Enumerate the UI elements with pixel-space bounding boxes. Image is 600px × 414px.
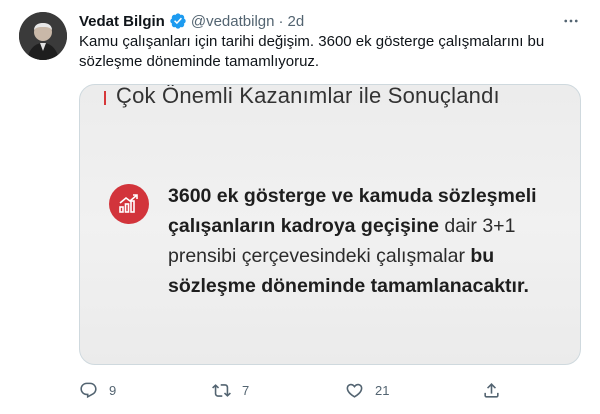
like-count: 21: [375, 382, 390, 398]
like-button[interactable]: 21: [345, 379, 389, 401]
heading-accent-bar: [104, 91, 106, 105]
share-button[interactable]: [482, 379, 501, 401]
retweet-button[interactable]: 7: [212, 379, 249, 401]
media-body-text: 3600 ek gösterge ve kamuda sözleşmeli ça…: [168, 181, 558, 301]
reply-icon: [79, 381, 98, 400]
retweet-count: 7: [242, 382, 250, 398]
verified-badge-icon: [169, 12, 187, 30]
timestamp[interactable]: 2d: [287, 13, 304, 30]
media-heading: Çok Önemli Kazanımlar ile Sonuçlandı: [116, 84, 500, 108]
share-icon: [482, 381, 501, 400]
tweet-header: Vedat Bilgin @vedatbilgn · 2d: [79, 11, 304, 31]
separator-dot: ·: [278, 12, 284, 30]
reply-button[interactable]: 9: [79, 379, 116, 401]
retweet-icon: [212, 381, 231, 400]
like-icon: [345, 381, 364, 400]
tweet-media-image[interactable]: Çok Önemli Kazanımlar ile Sonuçlandı 360…: [79, 84, 581, 365]
reply-count: 9: [109, 382, 117, 398]
more-options-icon[interactable]: [560, 10, 582, 32]
chart-growth-icon: [109, 184, 149, 224]
tweet-actions: 9 7 21: [79, 379, 579, 401]
author-handle[interactable]: @vedatbilgn: [191, 13, 275, 30]
tweet-text: Kamu çalışanları için tarihi değişim. 36…: [79, 33, 545, 70]
author-avatar[interactable]: [19, 12, 67, 60]
author-name[interactable]: Vedat Bilgin: [79, 13, 165, 30]
